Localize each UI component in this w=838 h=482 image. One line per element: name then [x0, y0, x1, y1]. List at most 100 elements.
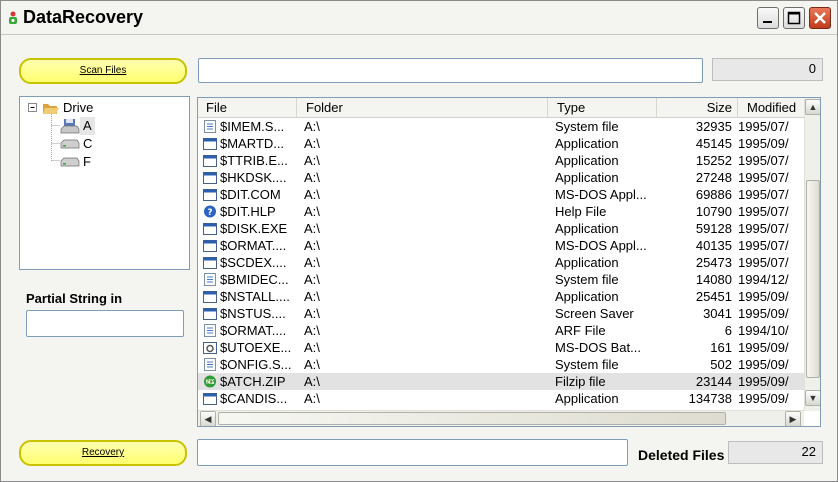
table-row[interactable]: $NSTUS.... A:\ Screen Saver 3041 1995/09/ — [198, 305, 804, 322]
maximize-button[interactable] — [783, 7, 805, 29]
cell-modified: 1995/07/ — [738, 221, 789, 236]
table-row[interactable]: ZIP $ATCH.ZIP A:\ Filzip file 23144 1995/09/ — [198, 373, 804, 390]
column-header-folder[interactable]: Folder — [298, 98, 548, 118]
column-header-file[interactable]: File — [198, 98, 297, 118]
cell-size: 134738 — [688, 391, 732, 406]
cell-file: $DIT.HLP — [220, 204, 276, 219]
cell-type: Application — [555, 153, 619, 168]
cell-folder: A:\ — [304, 238, 320, 253]
cell-type: Application — [555, 136, 619, 151]
folder-open-icon — [43, 104, 59, 114]
cell-modified: 1995/07/ — [738, 204, 789, 219]
title-bar: DataRecovery — [1, 1, 837, 35]
cell-modified: 1995/07/ — [738, 153, 789, 168]
vertical-scrollbar[interactable]: ▲ ▼ — [804, 98, 820, 411]
cell-size: 10790 — [695, 204, 732, 219]
cell-size: 25473 — [695, 255, 732, 270]
application-icon — [203, 291, 217, 303]
scroll-up-button[interactable]: ▲ — [805, 99, 820, 115]
cell-modified: 1995/09/ — [738, 357, 789, 372]
application-icon — [203, 155, 217, 167]
cell-type: Help File — [555, 204, 607, 219]
cell-file: $CANDIS... — [220, 391, 288, 406]
cell-file: $NSTALL.... — [220, 289, 290, 304]
file-list[interactable]: File Folder Type Size Modified $IMEM.S..… — [197, 97, 821, 427]
partial-string-label: Partial String in — [26, 291, 123, 306]
cell-size: 14080 — [695, 272, 732, 287]
table-row[interactable]: $BMIDEC... A:\ System file 14080 1994/12/ — [198, 271, 804, 288]
tree-root-drive[interactable]: Drive — [63, 99, 93, 117]
scroll-right-button[interactable]: ▶ — [785, 411, 801, 426]
cell-file: $DISK.EXE — [220, 221, 288, 236]
tree-item-a-label: A — [80, 117, 95, 135]
table-row[interactable]: $HKDSK.... A:\ Application 27248 1995/07/ — [198, 169, 804, 186]
scroll-down-button[interactable]: ▼ — [805, 390, 820, 406]
system-file-icon — [204, 273, 216, 286]
column-header-type[interactable]: Type — [549, 98, 657, 118]
table-row[interactable]: $IMEM.S... A:\ System file 32935 1995/07/ — [198, 118, 804, 135]
table-row[interactable]: $CANDIS... A:\ Application 134738 1995/09/ — [198, 390, 804, 407]
help-file-icon: ? — [204, 205, 216, 218]
minimize-button[interactable] — [757, 7, 779, 29]
table-row[interactable]: $TTRIB.E... A:\ Application 15252 1995/07/ — [198, 152, 804, 169]
tree-item-c-label: C — [83, 136, 93, 151]
table-row[interactable]: $DIT.COM A:\ MS-DOS Appl... 69886 1995/07/ — [198, 186, 804, 203]
table-row[interactable]: $SCDEX.... A:\ Application 25473 1995/07/ — [198, 254, 804, 271]
cell-size: 3041 — [703, 306, 732, 321]
cell-folder: A:\ — [304, 153, 320, 168]
cell-file: $UTOEXE... — [220, 340, 292, 355]
file-list-rows: $IMEM.S... A:\ System file 32935 1995/07/$MA… — [198, 118, 804, 407]
cell-folder: A:\ — [304, 306, 320, 321]
cell-size: 59128 — [695, 221, 732, 236]
column-header-size[interactable]: Size — [658, 98, 738, 118]
cell-type: MS-DOS Bat... — [555, 340, 641, 355]
cell-modified: 1995/09/ — [738, 391, 789, 406]
table-row[interactable]: $ORMAT.... A:\ ARF File 6 1994/10/ — [198, 322, 804, 339]
recovery-path-field[interactable] — [197, 439, 628, 466]
cell-size: 69886 — [695, 187, 732, 202]
system-file-icon — [204, 358, 216, 371]
cell-folder: A:\ — [304, 187, 320, 202]
cell-size: 23144 — [695, 374, 732, 389]
minimize-icon — [763, 21, 772, 23]
zip-file-icon: ZIP — [204, 375, 216, 388]
cell-size: 15252 — [695, 153, 732, 168]
close-button[interactable] — [809, 7, 831, 29]
scroll-left-button[interactable]: ◀ — [200, 411, 216, 426]
table-row[interactable]: $MARTD... A:\ Application 45145 1995/09/ — [198, 135, 804, 152]
cell-file: $ORMAT.... — [220, 323, 287, 338]
cell-modified: 1995/07/ — [738, 187, 789, 202]
window-title: DataRecovery — [23, 7, 144, 27]
cell-folder: A:\ — [304, 357, 320, 372]
batch-file-icon — [203, 342, 217, 354]
recovery-button[interactable]: Recovery — [19, 440, 187, 466]
table-row[interactable]: $UTOEXE... A:\ MS-DOS Bat... 161 1995/09/ — [198, 339, 804, 356]
drive-tree[interactable]: Drive A C F — [19, 96, 190, 270]
horizontal-scrollbar[interactable]: ◀ ▶ — [198, 410, 804, 426]
table-row[interactable]: $ORMAT.... A:\ MS-DOS Appl... 40135 1995/07/ — [198, 237, 804, 254]
table-row[interactable]: ? $DIT.HLP A:\ Help File 10790 1995/07/ — [198, 203, 804, 220]
application-icon — [203, 223, 217, 235]
application-icon — [203, 240, 217, 252]
column-header-modified[interactable]: Modified — [739, 98, 809, 118]
scan-path-field[interactable] — [198, 58, 703, 83]
cell-folder: A:\ — [304, 374, 320, 389]
table-row[interactable]: $ONFIG.S... A:\ System file 502 1995/09/ — [198, 356, 804, 373]
cell-folder: A:\ — [304, 289, 320, 304]
vertical-scroll-thumb[interactable] — [806, 180, 820, 378]
svg-text:?: ? — [207, 208, 212, 218]
cell-modified: 1994/10/ — [738, 323, 789, 338]
cell-type: System file — [555, 357, 619, 372]
table-row[interactable]: $NSTALL.... A:\ Application 25451 1995/09/ — [198, 288, 804, 305]
file-list-header: File Folder Type Size Modified — [198, 98, 804, 118]
table-row[interactable]: $DISK.EXE A:\ Application 59128 1995/07/ — [198, 220, 804, 237]
cell-modified: 1994/12/ — [738, 272, 789, 287]
partial-string-input[interactable] — [26, 310, 184, 337]
app-icon — [9, 11, 17, 24]
cell-modified: 1995/09/ — [738, 136, 789, 151]
cell-file: $TTRIB.E... — [220, 153, 288, 168]
cell-size: 40135 — [695, 238, 732, 253]
horizontal-scroll-thumb[interactable] — [218, 412, 726, 425]
scan-files-button[interactable]: Scan Files — [19, 58, 187, 84]
cell-file: $ATCH.ZIP — [220, 374, 286, 389]
